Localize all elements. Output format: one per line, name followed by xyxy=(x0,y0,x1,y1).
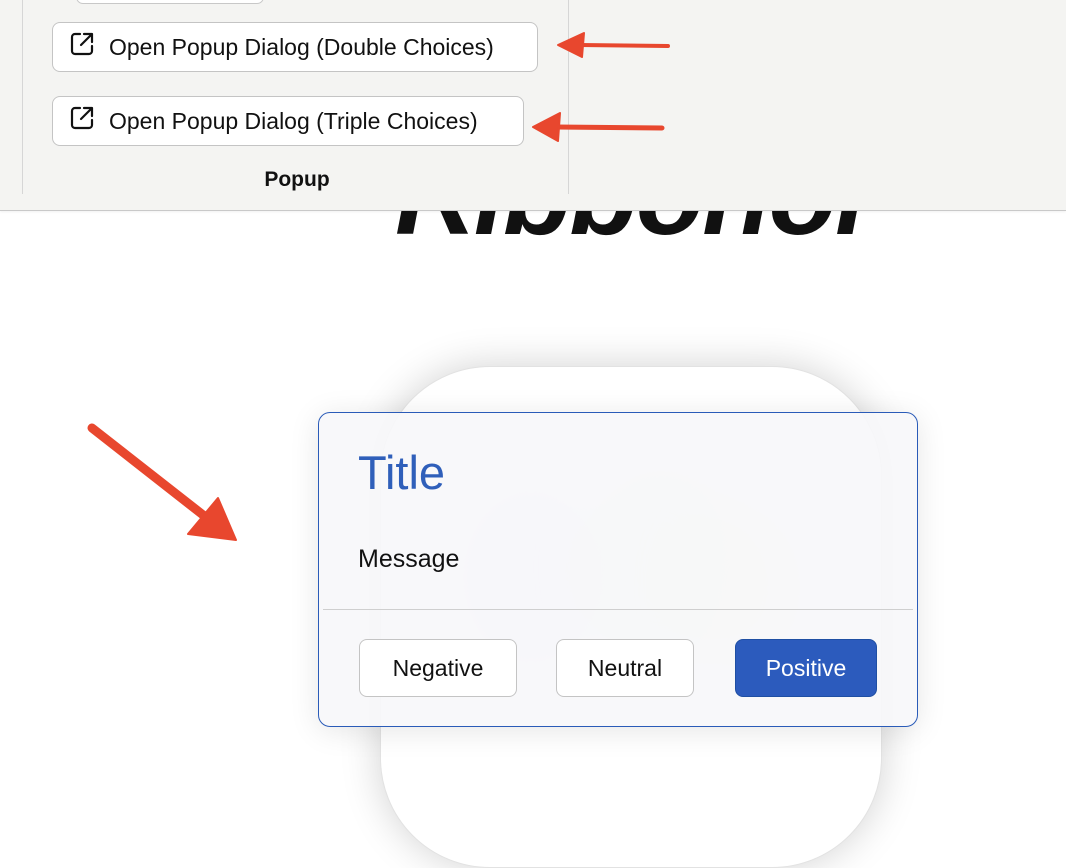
open-external-icon xyxy=(69,31,95,63)
open-external-icon xyxy=(69,105,95,137)
ribbon-group-divider xyxy=(568,0,569,194)
open-popup-triple-choices-button[interactable]: Open Popup Dialog (Triple Choices) xyxy=(52,96,524,146)
dialog-message: Message xyxy=(358,545,460,573)
ribbon-toolbar: Open Popup Dialog (Double Choices) Open … xyxy=(0,0,1066,211)
button-label: Open Popup Dialog (Double Choices) xyxy=(109,33,494,60)
arrow-to-dialog xyxy=(87,423,237,541)
popup-dialog: Title Message Negative Neutral Positive xyxy=(318,412,918,727)
dialog-divider xyxy=(323,609,913,610)
positive-button[interactable]: Positive xyxy=(735,639,877,697)
open-popup-double-choices-button[interactable]: Open Popup Dialog (Double Choices) xyxy=(52,22,538,72)
ribbon-group-label: Popup xyxy=(264,168,330,191)
neutral-button[interactable]: Neutral xyxy=(556,639,694,697)
negative-button[interactable]: Negative xyxy=(359,639,517,697)
ribbon-group-divider xyxy=(22,0,23,194)
dialog-title: Title xyxy=(358,446,446,499)
ribbon-button-partial[interactable] xyxy=(76,0,264,4)
button-label: Open Popup Dialog (Triple Choices) xyxy=(109,107,478,134)
